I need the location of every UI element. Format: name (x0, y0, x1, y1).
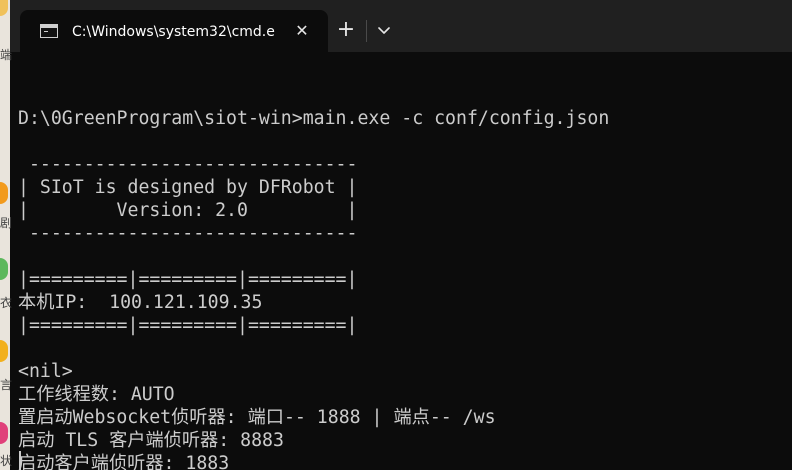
desktop-background-edge: 端 剧 衣 言 状 (0, 0, 13, 470)
console-line: | SIoT is designed by DFRobot | (18, 177, 358, 198)
console-line: |=========|=========|=========| (18, 315, 358, 336)
chevron-down-icon[interactable] (372, 18, 396, 42)
plus-icon[interactable]: + (334, 18, 358, 42)
close-icon[interactable]: ✕ (292, 21, 312, 41)
console-line: | Version: 2.0 | (18, 200, 358, 221)
desktop-icon[interactable] (0, 340, 8, 362)
console-line: 启动客户端侦听器: 1883 (18, 453, 230, 470)
console-line: D:\0GreenProgram\siot-win>main.exe -c co… (18, 108, 610, 129)
desktop-icon[interactable] (0, 422, 8, 444)
desktop-icon[interactable] (0, 182, 8, 204)
desktop-icon-label: 言 (0, 378, 13, 392)
desktop-icon[interactable] (0, 0, 8, 16)
console-line: ------------------------------ (18, 154, 358, 175)
console-line: 置启动Websocket侦听器: 端口-- 1888 | 端点-- /ws (18, 407, 496, 428)
title-bar: C:\Windows\system32\cmd.e ✕ + (10, 0, 792, 52)
terminal-icon (40, 24, 58, 38)
tab-title: C:\Windows\system32\cmd.e (72, 24, 275, 40)
divider (366, 20, 367, 42)
desktop-icon-label: 剧 (0, 216, 13, 230)
console-line: ------------------------------ (18, 223, 358, 244)
desktop-icon-label: 衣 (0, 296, 13, 310)
console-line: 启动 TLS 客户端侦听器: 8883 (18, 430, 284, 451)
console-line: 工作线程数: AUTO (18, 384, 175, 405)
console-line: <nil> (18, 361, 73, 382)
text-cursor (19, 451, 21, 470)
desktop-icon-label: 状 (0, 454, 13, 468)
cmd-window: 端 剧 衣 言 状 C:\Windows\system32\cmd.e ✕ + … (0, 0, 792, 470)
tab-cmd[interactable]: C:\Windows\system32\cmd.e ✕ (20, 10, 328, 52)
console-output[interactable]: D:\0GreenProgram\siot-win>main.exe -c co… (18, 84, 788, 470)
desktop-icon[interactable] (0, 258, 8, 280)
console-line: 本机IP: 100.121.109.35 (18, 292, 263, 313)
console-line: |=========|=========|=========| (18, 269, 358, 290)
